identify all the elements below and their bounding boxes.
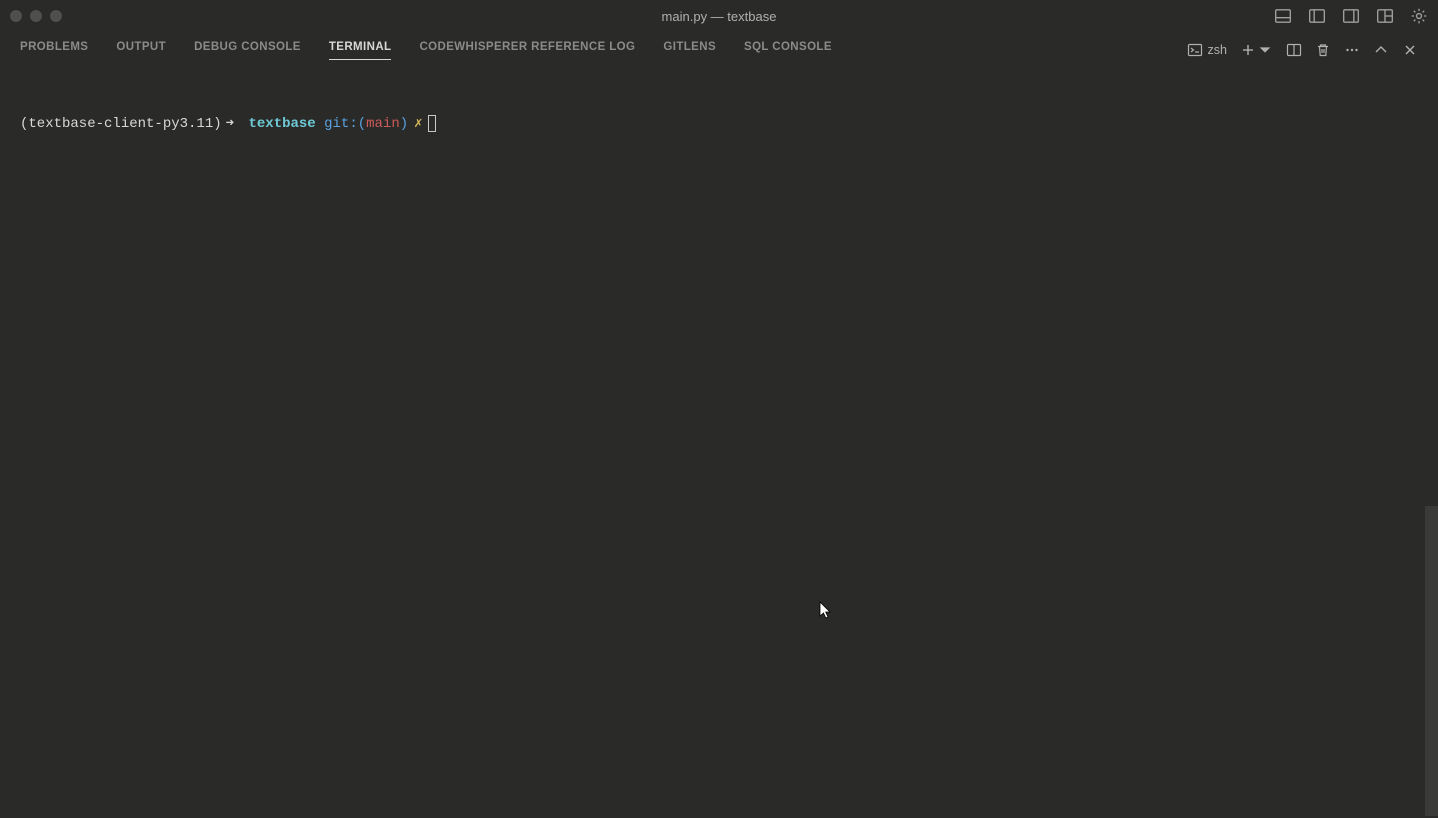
close-panel-button[interactable]	[1402, 42, 1418, 58]
manage-gear-icon[interactable]	[1410, 7, 1428, 25]
new-terminal-button[interactable]	[1240, 42, 1273, 58]
terminal-prompt-line: (textbase-client-py3.11) ➜ textbase git:…	[20, 114, 1418, 135]
traffic-lights	[10, 10, 62, 22]
zoom-window-button[interactable]	[50, 10, 62, 22]
prompt-paren-open: (	[358, 114, 366, 135]
prompt-git-label: git:	[324, 114, 358, 135]
tab-codewhisperer[interactable]: CODEWHISPERER REFERENCE LOG	[419, 41, 635, 60]
shell-label: zsh	[1208, 43, 1227, 57]
panel-actions: zsh	[1187, 42, 1418, 58]
toggle-panel-icon[interactable]	[1274, 7, 1292, 25]
tab-debug-console[interactable]: DEBUG CONSOLE	[194, 41, 301, 60]
split-terminal-button[interactable]	[1286, 42, 1302, 58]
prompt-venv: (textbase-client-py3.11)	[20, 114, 222, 135]
launch-profile-button[interactable]: zsh	[1187, 42, 1227, 58]
tab-sql-console[interactable]: SQL CONSOLE	[744, 41, 832, 60]
toggle-primary-sidebar-icon[interactable]	[1308, 7, 1326, 25]
prompt-dir: textbase	[248, 114, 315, 135]
panel-tabs: PROBLEMS OUTPUT DEBUG CONSOLE TERMINAL C…	[20, 41, 832, 60]
toggle-secondary-sidebar-icon[interactable]	[1342, 7, 1360, 25]
terminal-cursor	[428, 115, 436, 132]
maximize-panel-button[interactable]	[1373, 42, 1389, 58]
prompt-paren-close: )	[400, 114, 408, 135]
prompt-arrow: ➜	[226, 114, 234, 135]
customize-layout-icon[interactable]	[1376, 7, 1394, 25]
scrollbar-thumb[interactable]	[1425, 506, 1438, 816]
tab-problems[interactable]: PROBLEMS	[20, 41, 88, 60]
tab-terminal[interactable]: TERMINAL	[329, 41, 392, 60]
title-bar-actions	[1274, 7, 1428, 25]
more-actions-button[interactable]	[1344, 42, 1360, 58]
panel-header: PROBLEMS OUTPUT DEBUG CONSOLE TERMINAL C…	[0, 32, 1438, 68]
tab-output[interactable]: OUTPUT	[116, 41, 166, 60]
terminal-body[interactable]: (textbase-client-py3.11) ➜ textbase git:…	[0, 68, 1438, 818]
window-title: main.py — textbase	[662, 9, 777, 24]
chevron-down-icon[interactable]	[1257, 42, 1273, 58]
title-bar: main.py — textbase	[0, 0, 1438, 32]
kill-terminal-button[interactable]	[1315, 42, 1331, 58]
tab-gitlens[interactable]: GITLENS	[663, 41, 716, 60]
prompt-dirty-marker: ✗	[414, 114, 422, 135]
prompt-branch: main	[366, 114, 400, 135]
close-window-button[interactable]	[10, 10, 22, 22]
minimize-window-button[interactable]	[30, 10, 42, 22]
